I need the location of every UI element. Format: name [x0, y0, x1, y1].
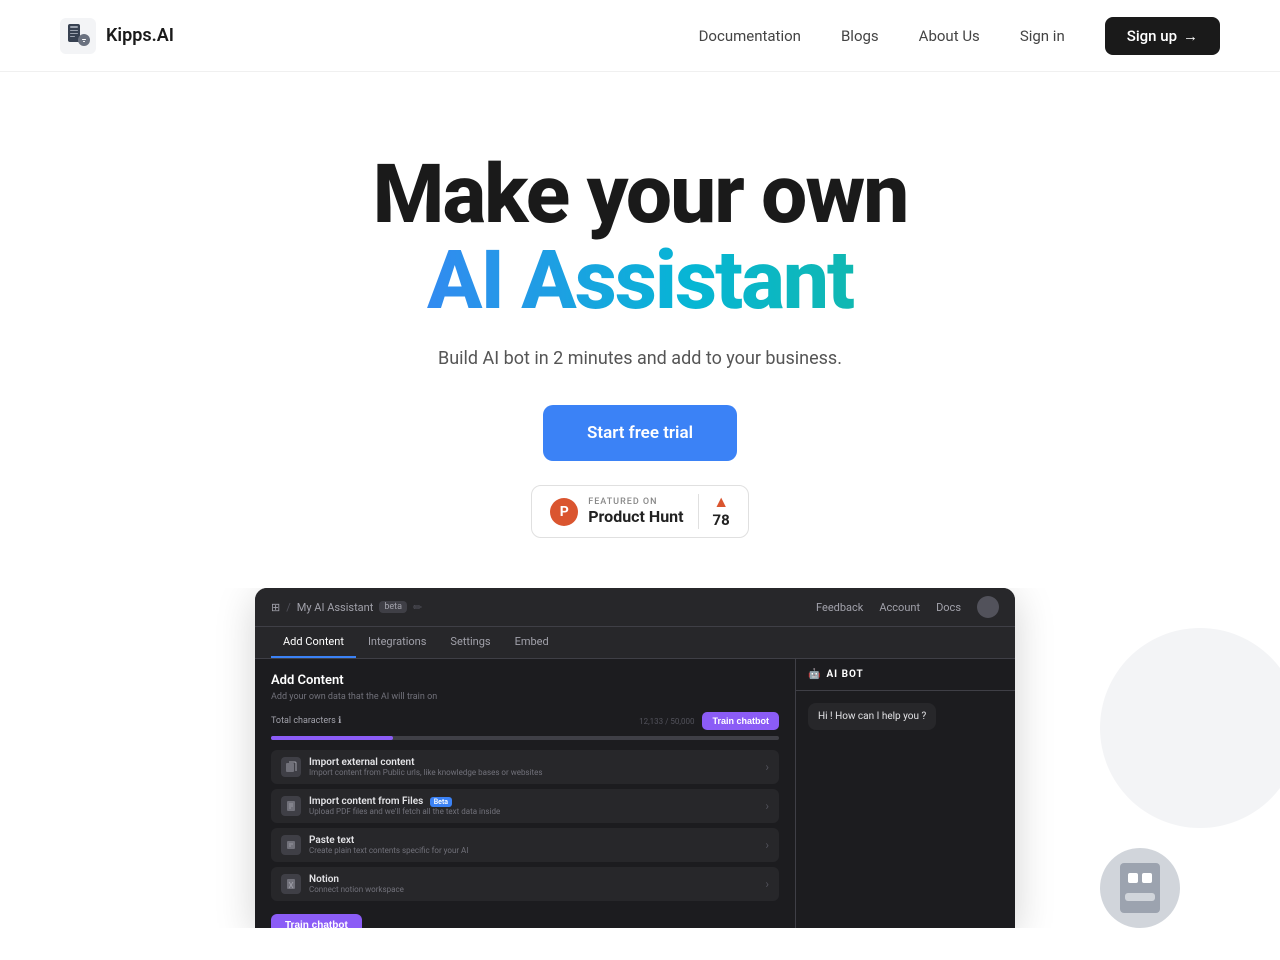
hero-section: Make your own AI Assistant Build AI bot …	[0, 72, 1280, 538]
breadcrumb-separator: /	[286, 601, 291, 614]
product-hunt-featured-label: FEATURED ON	[588, 497, 657, 507]
hero-title: Make your own AI Assistant	[373, 152, 908, 324]
content-item-paste[interactable]: Paste text Create plain text contents sp…	[271, 828, 779, 862]
nav-sign-in[interactable]: Sign in	[1020, 27, 1065, 45]
external-content-icon	[281, 757, 301, 777]
paste-icon	[281, 835, 301, 855]
files-arrow-icon: ›	[765, 799, 769, 813]
signup-label: Sign up	[1127, 27, 1177, 45]
hero-title-line1: Make your own	[373, 152, 908, 238]
hero-title-line2: AI Assistant	[373, 238, 908, 324]
app-tabs: Add Content Integrations Settings Embed	[255, 627, 1015, 659]
train-chatbot-top-button[interactable]: Train chatbot	[702, 712, 779, 730]
chat-header: 🤖 AI BOT	[796, 659, 1015, 691]
content-item-files[interactable]: Import content from Files Beta Upload PD…	[271, 789, 779, 823]
topbar-account[interactable]: Account	[879, 601, 920, 614]
start-free-trial-button[interactable]: Start free trial	[543, 405, 737, 461]
breadcrumb-home-icon: ⊞	[271, 601, 280, 614]
paste-title: Paste text	[309, 835, 468, 846]
files-desc: Upload PDF files and we'll fetch all the…	[309, 807, 500, 816]
paste-desc: Create plain text contents specific for …	[309, 846, 468, 855]
external-content-title: Import external content	[309, 757, 543, 768]
decorative-blob-right	[1100, 628, 1280, 828]
user-avatar[interactable]	[977, 596, 999, 618]
logo-link[interactable]: Kipps.AI	[60, 18, 174, 54]
stats-label: Total characters ℹ	[271, 716, 341, 726]
notion-arrow-icon: ›	[765, 877, 769, 891]
nav-about-us[interactable]: About Us	[919, 27, 980, 45]
product-hunt-name: Product Hunt	[588, 507, 683, 526]
notion-icon	[281, 874, 301, 894]
navbar: Kipps.AI Documentation Blogs About Us Si…	[0, 0, 1280, 72]
stats-row: Total characters ℹ 12,133 / 50,000 Train…	[271, 712, 779, 730]
robot-icon	[1100, 848, 1180, 928]
signup-arrow: →	[1183, 27, 1198, 45]
product-hunt-badge[interactable]: P FEATURED ON Product Hunt ▲ 78	[531, 485, 749, 538]
left-panel: Add Content Add your own data that the A…	[255, 659, 795, 928]
app-breadcrumb: ⊞ / My AI Assistant beta ✏	[271, 601, 422, 614]
chat-title: AI BOT	[826, 669, 863, 680]
content-item-notion[interactable]: Notion Connect notion workspace ›	[271, 867, 779, 901]
stats-value: 12,133 / 50,000	[639, 717, 694, 726]
chat-body: Hi ! How can I help you ?	[796, 691, 1015, 928]
product-hunt-logo: P	[550, 498, 578, 526]
external-content-desc: Import content from Public urls, like kn…	[309, 768, 543, 777]
tab-add-content[interactable]: Add Content	[271, 627, 356, 658]
notion-title: Notion	[309, 874, 404, 885]
chat-bubble: Hi ! How can I help you ?	[808, 703, 936, 730]
paste-arrow-icon: ›	[765, 838, 769, 852]
vote-count: 78	[713, 511, 730, 529]
panel-subtitle: Add your own data that the AI will train…	[271, 692, 779, 702]
beta-badge: beta	[379, 601, 407, 613]
progress-bar	[271, 736, 779, 740]
app-window: ⊞ / My AI Assistant beta ✏ Feedback Acco…	[255, 588, 1015, 928]
tab-integrations[interactable]: Integrations	[356, 627, 438, 658]
logo-icon	[60, 18, 96, 54]
beta-label: Beta	[430, 797, 452, 807]
nav-links: Documentation Blogs About Us Sign in Sig…	[699, 17, 1220, 55]
signup-button[interactable]: Sign up →	[1105, 17, 1220, 55]
screenshot-area: ⊞ / My AI Assistant beta ✏ Feedback Acco…	[0, 588, 1280, 928]
content-item-external[interactable]: Import external content Import content f…	[271, 750, 779, 784]
nav-blogs[interactable]: Blogs	[841, 27, 879, 45]
app-body: Add Content Add your own data that the A…	[255, 659, 1015, 928]
files-icon	[281, 796, 301, 816]
logo-text: Kipps.AI	[106, 25, 174, 46]
breadcrumb-page: My AI Assistant	[297, 601, 374, 614]
topbar-docs[interactable]: Docs	[936, 601, 961, 614]
panel-title: Add Content	[271, 673, 779, 688]
hero-subtitle: Build AI bot in 2 minutes and add to you…	[438, 348, 842, 369]
tab-embed[interactable]: Embed	[503, 627, 561, 658]
upvote-arrow-icon: ▲	[713, 494, 729, 510]
product-hunt-votes: ▲ 78	[698, 494, 730, 529]
external-content-arrow-icon: ›	[765, 760, 769, 774]
notion-desc: Connect notion workspace	[309, 885, 404, 894]
app-topbar: ⊞ / My AI Assistant beta ✏ Feedback Acco…	[255, 588, 1015, 627]
product-hunt-text: FEATURED ON Product Hunt	[588, 497, 683, 526]
breadcrumb-edit-icon[interactable]: ✏	[413, 601, 422, 614]
nav-documentation[interactable]: Documentation	[699, 27, 801, 45]
decorative-blob-right-bottom	[1100, 848, 1180, 928]
bot-icon: 🤖	[808, 669, 820, 680]
files-title: Import content from Files	[309, 796, 423, 807]
tab-settings[interactable]: Settings	[438, 627, 502, 658]
progress-bar-fill	[271, 736, 393, 740]
right-panel: 🤖 AI BOT Hi ! How can I help you ?	[795, 659, 1015, 928]
train-chatbot-bottom-button[interactable]: Train chatbot	[271, 914, 362, 928]
topbar-feedback[interactable]: Feedback	[816, 601, 863, 614]
app-topbar-actions: Feedback Account Docs	[816, 596, 999, 618]
